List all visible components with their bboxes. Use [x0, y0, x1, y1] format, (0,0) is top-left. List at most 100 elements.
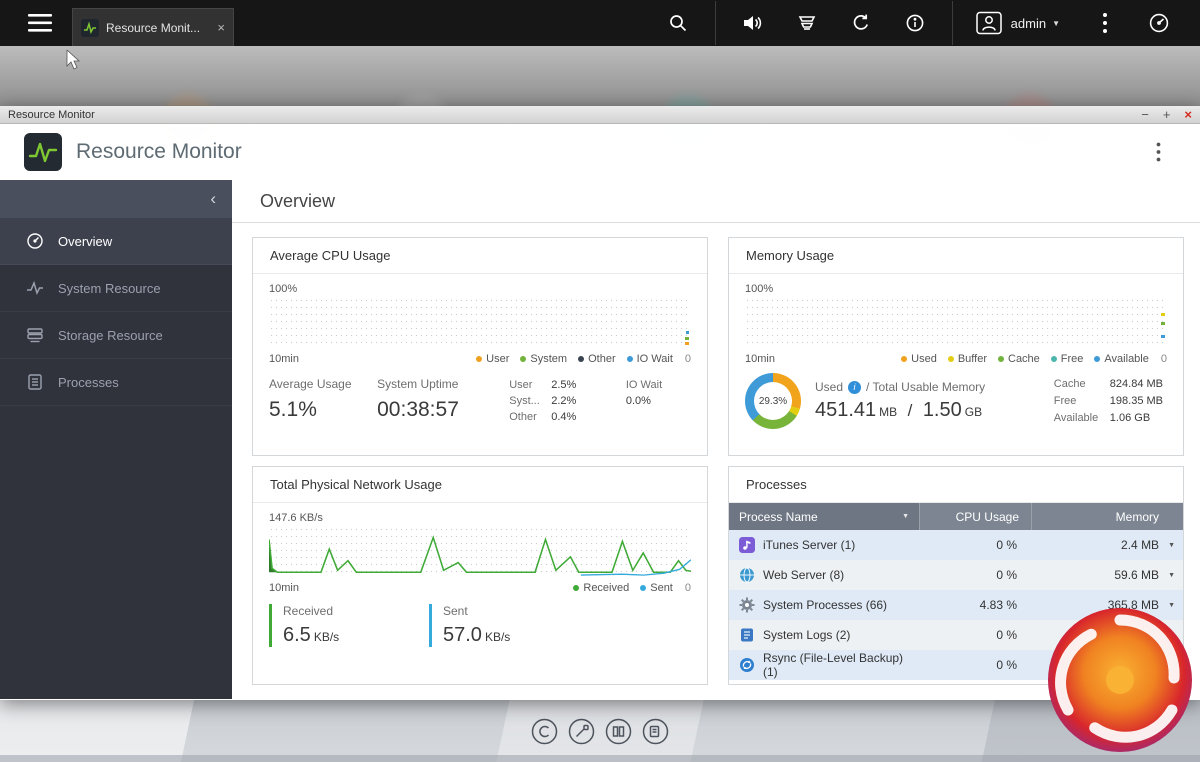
- sidebar-collapse-icon[interactable]: ‹: [0, 180, 232, 218]
- received-stat: Received 6.5KB/s: [269, 604, 389, 647]
- x-axis-start-label: 10min: [745, 353, 775, 365]
- dock-windows-icon[interactable]: [605, 718, 632, 745]
- cpu-history-chart: [269, 297, 691, 349]
- legend-io-wait: IO Wait: [627, 353, 673, 365]
- mouse-cursor: [66, 50, 82, 70]
- legend-received: Received: [573, 582, 629, 594]
- tab-close-icon[interactable]: ×: [217, 20, 225, 35]
- process-name: Web Server (8): [763, 568, 844, 582]
- y-axis-min-label: 0: [685, 582, 691, 594]
- info-icon[interactable]: [904, 12, 926, 34]
- cpu-chart-tick: [686, 331, 689, 334]
- more-options-icon[interactable]: [1094, 12, 1116, 34]
- dock-notes-icon[interactable]: [642, 718, 669, 745]
- search-icon[interactable]: [667, 12, 689, 34]
- process-memory: 59.6 MB: [1114, 568, 1159, 582]
- memory-history-chart: [745, 297, 1167, 349]
- legend-dot: [1051, 356, 1057, 362]
- column-memory[interactable]: Memory: [1031, 503, 1183, 530]
- user-avatar-icon[interactable]: [975, 11, 1003, 35]
- background-tasks-icon[interactable]: [796, 12, 818, 34]
- process-row-itunes-server[interactable]: iTunes Server (1) 0 % 2.4 MB▼: [729, 530, 1183, 560]
- process-memory: 6.7 MB: [1121, 628, 1159, 642]
- app-options-icon[interactable]: [1156, 142, 1176, 162]
- main-menu-icon[interactable]: [20, 8, 60, 38]
- dock-share-icon[interactable]: [531, 718, 558, 745]
- refresh-icon[interactable]: [850, 12, 872, 34]
- uptime-value: 00:38:57: [377, 398, 507, 422]
- legend-dot: [573, 585, 579, 591]
- row-expand-icon[interactable]: ▼: [1168, 632, 1175, 639]
- process-cpu: 4.83 %: [919, 598, 1031, 612]
- row-expand-icon[interactable]: ▼: [1168, 602, 1175, 609]
- y-axis-max-label: 100%: [269, 283, 691, 295]
- memory-chart-tick: [1161, 322, 1165, 325]
- y-axis-min-label: 0: [1161, 353, 1167, 365]
- row-expand-icon[interactable]: ▼: [1168, 662, 1175, 669]
- processes-panel: Processes Process Name ▼ CPU Usage Memor…: [728, 466, 1184, 685]
- window-titlebar[interactable]: Resource Monitor − + ×: [0, 106, 1200, 124]
- received-series-line: [269, 538, 691, 573]
- volume-icon[interactable]: [742, 12, 764, 34]
- close-button[interactable]: ×: [1184, 108, 1192, 121]
- hamburger-icon: [28, 14, 52, 32]
- row-expand-icon[interactable]: ▼: [1168, 572, 1175, 579]
- memory-used-total-value: 451.41MB / 1.50GB: [815, 399, 985, 422]
- memory-donut-chart: 29.3%: [745, 373, 801, 429]
- web-server-icon: [739, 567, 755, 583]
- dock-tools-icon[interactable]: [568, 718, 595, 745]
- system-logs-icon: [739, 627, 755, 643]
- average-usage-value: 5.1%: [269, 398, 377, 422]
- info-icon[interactable]: i: [848, 381, 861, 394]
- cpu-panel-title: Average CPU Usage: [253, 238, 707, 274]
- resource-monitor-taskbar-tab[interactable]: Resource Monit... ×: [72, 8, 234, 46]
- desktop-dock: [0, 700, 1200, 762]
- cpu-usage-panel: Average CPU Usage 100% 10min User Sy: [252, 237, 708, 456]
- sidebar-item-system-resource[interactable]: System Resource: [0, 265, 232, 312]
- y-axis-max-label: 147.6 KB/s: [269, 512, 691, 524]
- sidebar-item-storage-resource[interactable]: Storage Resource: [0, 312, 232, 359]
- process-row-system-logs[interactable]: System Logs (2) 0 % 6.7 MB ▼: [729, 620, 1183, 650]
- x-axis-start-label: 10min: [269, 353, 299, 365]
- sidebar-item-label: Processes: [58, 375, 119, 390]
- minimize-button[interactable]: −: [1141, 108, 1149, 121]
- network-panel-title: Total Physical Network Usage: [253, 467, 707, 503]
- row-expand-icon[interactable]: ▼: [1168, 542, 1175, 549]
- process-row-web-server[interactable]: Web Server (8) 0 % 59.6 MB▼: [729, 560, 1183, 590]
- process-list-icon: [26, 373, 44, 391]
- column-process-name[interactable]: Process Name ▼: [729, 503, 919, 530]
- processes-table-header: Process Name ▼ CPU Usage Memory: [729, 503, 1183, 530]
- memory-used-percent: 29.3%: [745, 373, 801, 429]
- sidebar-item-processes[interactable]: Processes: [0, 359, 232, 406]
- process-cpu: 0 %: [919, 628, 1031, 642]
- admin-user-menu[interactable]: admin ▼: [1011, 16, 1060, 31]
- process-row-system-processes[interactable]: System Processes (66) 4.83 % 365.8 MB▼: [729, 590, 1183, 620]
- process-name: System Logs (2): [763, 628, 850, 642]
- sidebar-item-label: Storage Resource: [58, 328, 163, 343]
- sort-caret-icon[interactable]: ▼: [902, 513, 909, 520]
- dashboard-gauge-icon[interactable]: [1148, 12, 1170, 34]
- process-row-rsync[interactable]: Rsync (File-Level Backup) (1) 0 % 2.1 MB…: [729, 650, 1183, 680]
- desktop-background: [0, 46, 1200, 106]
- itunes-server-icon: [739, 537, 755, 553]
- column-cpu-usage[interactable]: CPU Usage: [919, 503, 1031, 530]
- legend-user: User: [476, 353, 509, 365]
- network-usage-panel: Total Physical Network Usage 147.6 KB/s …: [252, 466, 708, 685]
- process-memory: 365.8 MB: [1108, 598, 1159, 612]
- maximize-button[interactable]: +: [1163, 108, 1171, 121]
- legend-available: Available: [1094, 353, 1148, 365]
- memory-panel-title: Memory Usage: [729, 238, 1183, 274]
- used-label: Used: [815, 380, 843, 394]
- app-header: Resource Monitor: [0, 124, 1200, 180]
- sidebar-item-overview[interactable]: Overview: [0, 218, 232, 265]
- total-usable-label: / Total Usable Memory: [866, 380, 985, 394]
- average-usage-stat: Average Usage 5.1%: [269, 377, 377, 425]
- legend-dot: [998, 356, 1004, 362]
- y-axis-min-label: 0: [685, 353, 691, 365]
- cpu-chart-tick: [685, 342, 689, 345]
- legend-other: Other: [578, 353, 616, 365]
- gauge-icon: [26, 232, 44, 250]
- process-cpu: 0 %: [919, 538, 1031, 552]
- processes-panel-title: Processes: [729, 467, 1183, 503]
- tab-title: Resource Monit...: [106, 21, 211, 35]
